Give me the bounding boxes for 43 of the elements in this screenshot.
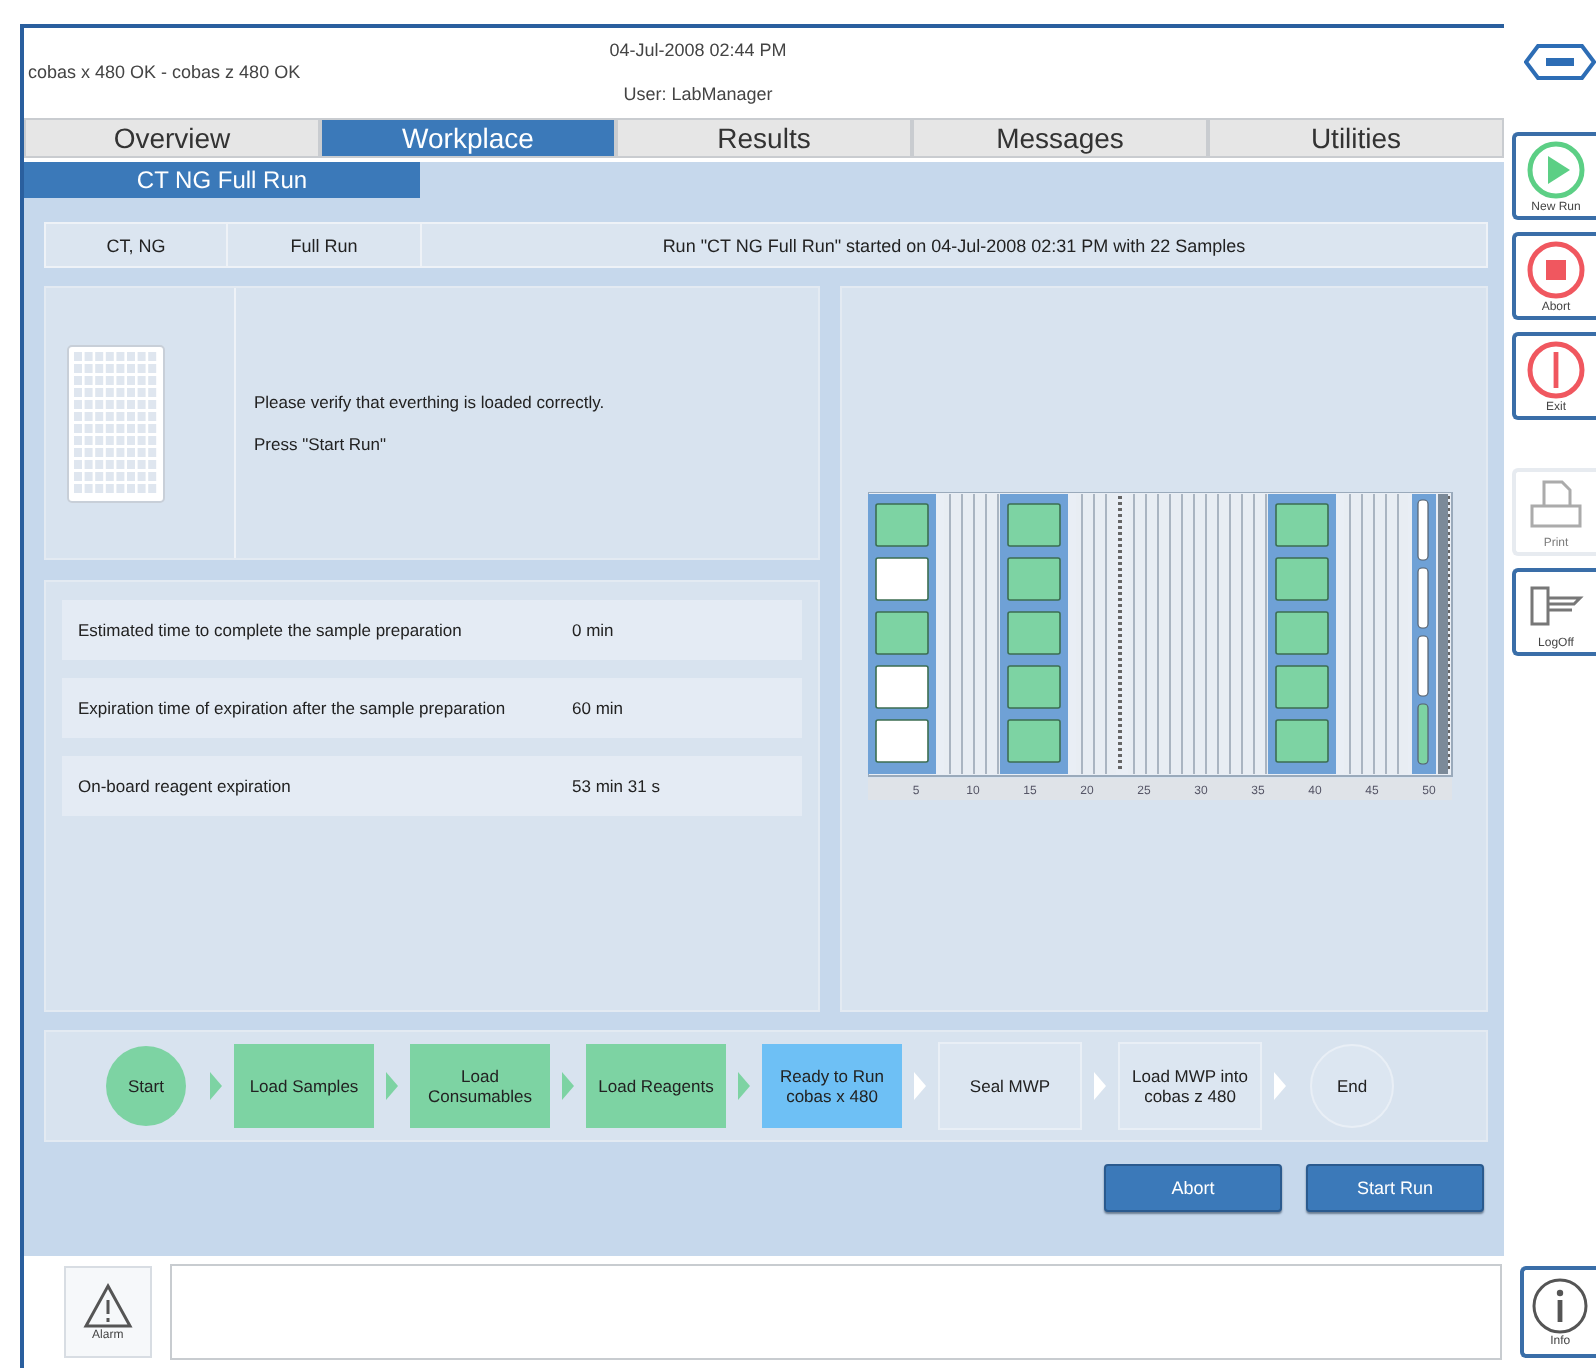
run-type: Full Run <box>228 224 422 266</box>
run-message: Run "CT NG Full Run" started on 04-Jul-2008 02:31 PM with 22 Samples <box>660 233 1248 260</box>
stop-icon <box>1526 239 1586 299</box>
warning-icon <box>81 1282 134 1330</box>
chevron-icon <box>1094 1072 1106 1100</box>
tab[interactable]: Workplace <box>320 118 616 158</box>
chevron-icon <box>210 1072 222 1100</box>
power-icon <box>1526 339 1586 399</box>
microplate-icon <box>66 343 166 503</box>
action-button[interactable]: Abort <box>1104 1164 1282 1212</box>
chevron-icon <box>914 1072 926 1100</box>
workflow-step: Load Reagents <box>586 1044 726 1128</box>
timing-label: Estimated time to complete the sample preparation <box>78 620 464 640</box>
workflow-step: Ready to Run cobas x 480 <box>762 1044 902 1128</box>
timing-value: 53 min 31 s <box>572 776 660 796</box>
workflow-step: Start <box>106 1046 186 1126</box>
play-icon <box>1526 139 1586 199</box>
system-status: cobas x 480 OK - cobas z 480 OK <box>26 61 303 81</box>
chevron-icon <box>738 1072 750 1100</box>
date-time: 04-Jul-2008 02:44 PM <box>609 39 787 59</box>
subtab[interactable]: CT NG Full Run <box>24 162 420 198</box>
user-name: User: LabManager <box>623 83 773 103</box>
chevron-icon <box>1274 1072 1286 1100</box>
workflow-step: Load Samples <box>234 1044 374 1128</box>
timing-value: 60 min <box>572 698 624 718</box>
timing-label: Expiration time of expiration after the sample preparation <box>78 698 508 718</box>
run-targets: CT, NG <box>46 224 228 266</box>
instruction-text: Press "Start Run" <box>254 434 389 454</box>
workflow-step: End <box>1310 1044 1394 1128</box>
workflow-step: Seal MWP <box>938 1042 1082 1130</box>
tab[interactable]: Utilities <box>1208 118 1504 158</box>
instruction-text: Please verify that everthing is loaded correctly. <box>254 392 605 412</box>
workflow-step: Load Consumables <box>410 1044 550 1128</box>
timing-label: On-board reagent expiration <box>78 776 293 796</box>
tab[interactable]: Messages <box>912 118 1208 158</box>
workflow-step: Load MWP into cobas z 480 <box>1118 1042 1262 1130</box>
tab[interactable]: Overview <box>24 118 320 158</box>
action-button[interactable]: Start Run <box>1306 1164 1484 1212</box>
tab[interactable]: Results <box>616 118 912 158</box>
timing-value: 0 min <box>572 620 614 640</box>
info-icon <box>1530 1276 1591 1336</box>
chevron-icon <box>386 1072 398 1100</box>
chevron-icon <box>562 1072 574 1100</box>
